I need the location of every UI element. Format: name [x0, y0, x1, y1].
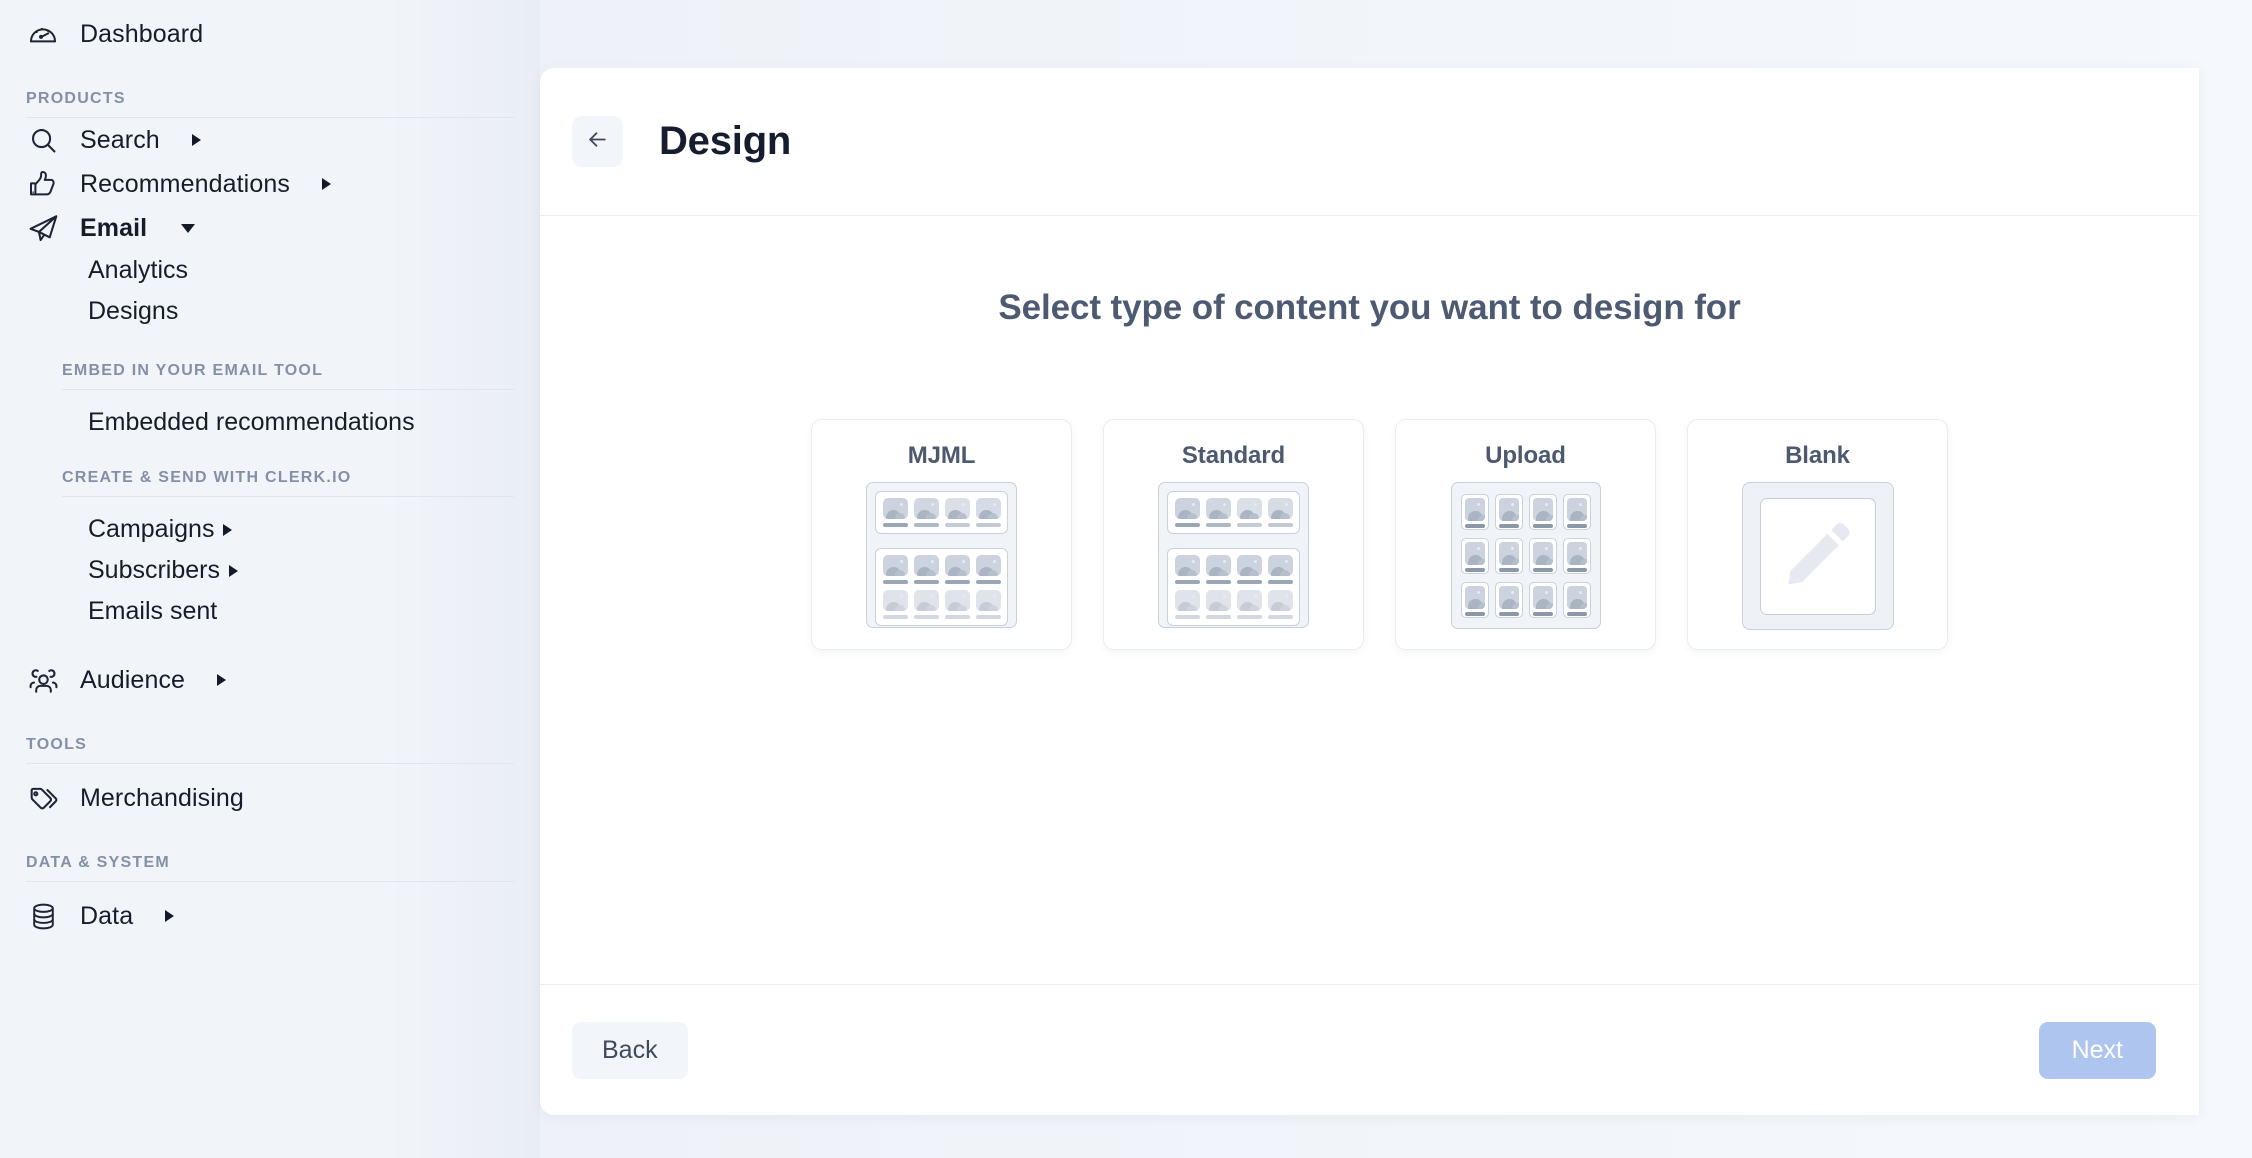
sidebar-section-heading-products: PRODUCTS: [26, 90, 126, 107]
thumbnail-band-bottom: [1167, 548, 1300, 626]
template-layout-thumbnail: [866, 482, 1017, 628]
sidebar-section-heading-create-send: CREATE & SEND WITH CLERK.IO: [62, 469, 352, 486]
sidebar-item-search[interactable]: Search: [0, 118, 540, 162]
sidebar-item-label: Data: [80, 901, 134, 930]
sidebar-subitem-label: Campaigns: [88, 515, 215, 543]
option-thumbnail: [1158, 482, 1309, 628]
sidebar-subitem-analytics[interactable]: Analytics: [0, 250, 540, 291]
sidebar-item-label: Dashboard: [80, 19, 204, 48]
dashboard-gauge-icon: [26, 17, 60, 51]
option-thumbnail: [866, 482, 1017, 628]
design-type-options: MJML Standard Upload Blank: [791, 419, 1948, 650]
page-title: Design: [659, 119, 792, 163]
sidebar-item-label: Audience: [80, 665, 186, 694]
back-button[interactable]: Back: [572, 1021, 688, 1079]
blank-canvas: [1759, 497, 1876, 615]
option-card-label: MJML: [907, 442, 976, 469]
template-layout-thumbnail: [1158, 482, 1309, 628]
panel-header: Design: [540, 68, 2199, 216]
back-arrow-button[interactable]: [572, 116, 623, 167]
chevron-right-icon: [321, 178, 331, 190]
chevron-right-icon: [229, 564, 238, 577]
panel-body: Select type of content you want to desig…: [540, 216, 2199, 984]
design-wizard-panel: Design Select type of content you want t…: [540, 68, 2199, 1115]
sidebar-item-label: Recommendations: [80, 169, 290, 198]
app-root: Dashboard PRODUCTS Search Recommendation…: [0, 0, 2252, 1158]
sidebar-item-dashboard[interactable]: Dashboard: [0, 12, 540, 56]
sidebar-item-label: Email: [80, 213, 148, 242]
database-icon: [26, 899, 60, 933]
arrow-left-icon: [585, 127, 610, 157]
next-button[interactable]: Next: [2038, 1021, 2156, 1079]
users-icon: [26, 663, 60, 697]
sidebar-item-data[interactable]: Data: [0, 894, 540, 938]
thumbnail-band-top: [1167, 491, 1300, 534]
option-card-blank[interactable]: Blank: [1687, 419, 1948, 650]
chevron-right-icon: [165, 910, 175, 922]
option-thumbnail: [1741, 482, 1894, 630]
sidebar-subitem-subscribers[interactable]: Subscribers: [0, 550, 540, 591]
sidebar-subitem-label: Analytics: [88, 256, 189, 284]
sidebar-item-recommendations[interactable]: Recommendations: [0, 162, 540, 206]
sidebar-subitem-designs[interactable]: Designs: [0, 291, 540, 332]
sidebar-item-label: Merchandising: [80, 783, 244, 812]
sidebar-item-merchandising[interactable]: Merchandising: [0, 776, 540, 820]
sidebar-subitem-emails-sent[interactable]: Emails sent: [0, 591, 540, 632]
sidebar-section-heading-embed: EMBED IN YOUR EMAIL TOOL: [62, 362, 324, 379]
option-card-mjml[interactable]: MJML: [811, 419, 1072, 650]
main-content-area: Design Select type of content you want t…: [540, 0, 2252, 1158]
option-thumbnail: [1450, 482, 1601, 629]
option-card-upload[interactable]: Upload: [1395, 419, 1656, 650]
paper-plane-icon: [26, 211, 60, 245]
option-card-label: Standard: [1181, 442, 1286, 469]
sidebar-item-email[interactable]: Email: [0, 206, 540, 250]
sidebar: Dashboard PRODUCTS Search Recommendation…: [0, 0, 540, 1158]
sidebar-subitem-label: Subscribers: [88, 556, 220, 584]
sidebar-item-label: Search: [80, 125, 160, 154]
chevron-right-icon: [191, 134, 201, 146]
option-card-label: Blank: [1785, 442, 1850, 469]
wizard-prompt: Select type of content you want to desig…: [998, 288, 1741, 327]
option-card-standard[interactable]: Standard: [1103, 419, 1364, 650]
thumbs-up-icon: [26, 167, 60, 201]
sidebar-subitem-label: Emails sent: [88, 597, 218, 625]
sidebar-subitem-label: Designs: [88, 297, 179, 325]
panel-footer: Back Next: [540, 984, 2199, 1115]
sidebar-section-heading-tools: TOOLS: [26, 736, 88, 753]
sidebar-item-audience[interactable]: Audience: [0, 658, 540, 702]
chevron-down-icon: [181, 223, 196, 233]
pencil-icon: [1779, 515, 1857, 598]
thumbnail-band-bottom: [875, 548, 1008, 626]
chevron-right-icon: [217, 674, 227, 686]
pencil-blank-thumbnail: [1741, 482, 1894, 630]
search-icon: [26, 123, 60, 157]
sidebar-subitem-embedded-recommendations[interactable]: Embedded recommendations: [0, 402, 540, 443]
tag-icon: [26, 781, 60, 815]
sidebar-subitem-campaigns[interactable]: Campaigns: [0, 509, 540, 550]
thumbnail-band-top: [875, 491, 1008, 534]
sidebar-section-heading-data-system: DATA & SYSTEM: [26, 854, 170, 871]
chevron-right-icon: [223, 523, 233, 536]
grid-of-cards-thumbnail: [1450, 482, 1601, 629]
option-card-label: Upload: [1485, 442, 1566, 469]
sidebar-subitem-label: Embedded recommendations: [88, 408, 415, 436]
